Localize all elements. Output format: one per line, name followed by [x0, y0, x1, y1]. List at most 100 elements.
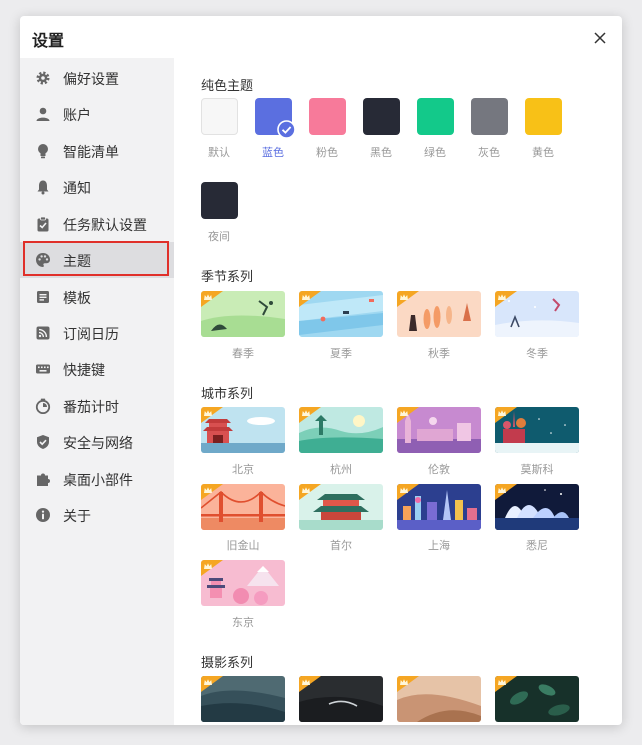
theme-label: 北京 [232, 463, 254, 476]
section-title-seasons: 季节系列 [201, 270, 254, 285]
rss-icon [36, 326, 50, 340]
sidebar-item-preferences[interactable]: 偏好设置 [20, 60, 174, 96]
crown-icon [495, 484, 517, 500]
swatch-label: 粉色 [316, 146, 338, 159]
theme-label: 伦敦 [428, 463, 450, 476]
crown-icon [397, 484, 419, 500]
theme-thumb-spring[interactable] [201, 291, 285, 337]
theme-thumb-photo-1[interactable] [201, 676, 285, 722]
sidebar-item-label: 订阅日历 [63, 327, 119, 343]
swatch-label: 蓝色 [262, 146, 284, 159]
bell-icon [37, 180, 49, 195]
user-icon [36, 107, 50, 121]
sidebar-item-desktop-widgets[interactable]: 桌面小部件 [20, 461, 174, 497]
swatch-night[interactable] [201, 182, 238, 219]
theme-thumb-photo-4[interactable] [495, 676, 579, 722]
sidebar-item-task-defaults[interactable]: 任务默认设置 [20, 206, 174, 242]
theme-thumb-beijing[interactable] [201, 407, 285, 453]
info-icon [36, 508, 50, 522]
theme-label: 东京 [232, 616, 254, 629]
crown-icon [299, 676, 321, 692]
lightbulb-icon [38, 144, 48, 159]
crown-icon [201, 407, 223, 423]
sidebar-item-account[interactable]: 账户 [20, 96, 174, 132]
swatch-gray[interactable] [471, 98, 508, 135]
sidebar-item-subscribe-calendar[interactable]: 订阅日历 [20, 315, 174, 351]
sidebar-item-shortcuts[interactable]: 快捷键 [20, 351, 174, 387]
theme-thumb-london[interactable] [397, 407, 481, 453]
section-title-solid: 纯色主题 [201, 79, 254, 94]
swatch-label: 默认 [208, 146, 230, 159]
sidebar-item-about[interactable]: 关于 [20, 497, 174, 533]
swatch-label: 黄色 [532, 146, 554, 159]
sidebar-item-label: 模板 [63, 291, 91, 307]
sidebar-item-security-network[interactable]: 安全与网络 [20, 424, 174, 460]
theme-label: 首尔 [330, 539, 352, 552]
crown-icon [397, 676, 419, 692]
shield-icon [37, 435, 49, 449]
section-title-photos: 摄影系列 [201, 656, 254, 671]
crown-icon [299, 484, 321, 500]
selected-check-icon [277, 120, 296, 139]
swatch-black[interactable] [363, 98, 400, 135]
sidebar-item-smart-lists[interactable]: 智能清单 [20, 133, 174, 169]
swatch-label: 绿色 [424, 146, 446, 159]
swatch-blue[interactable] [255, 98, 296, 139]
theme-thumb-san-francisco[interactable] [201, 484, 285, 530]
sidebar-item-label: 偏好设置 [63, 72, 119, 88]
sidebar-item-label: 安全与网络 [63, 436, 133, 452]
theme-thumb-sydney[interactable] [495, 484, 579, 530]
theme-thumb-autumn[interactable] [397, 291, 481, 337]
settings-sidebar: 偏好设置 账户 智能清单 通知 任务默认设置 主题 模板 订阅日历 快捷键 番茄… [20, 58, 174, 725]
dialog-titlebar: 设置 [20, 16, 622, 58]
swatch-default[interactable] [201, 98, 238, 135]
theme-thumb-shanghai[interactable] [397, 484, 481, 530]
swatch-label: 灰色 [478, 146, 500, 159]
crown-icon [397, 407, 419, 423]
sidebar-item-label: 桌面小部件 [63, 473, 133, 489]
crown-icon [495, 407, 517, 423]
close-button[interactable] [590, 28, 610, 48]
theme-thumb-hangzhou[interactable] [299, 407, 383, 453]
dialog-title: 设置 [32, 31, 65, 50]
swatch-yellow[interactable] [525, 98, 562, 135]
swatch-green[interactable] [417, 98, 454, 135]
sidebar-item-label: 番茄计时 [63, 400, 119, 416]
theme-label: 冬季 [526, 347, 548, 360]
crown-icon [201, 560, 223, 576]
clipboard-icon [37, 216, 49, 232]
crown-icon [397, 291, 419, 307]
close-icon [594, 32, 606, 44]
theme-label: 旧金山 [226, 539, 260, 552]
sidebar-item-label: 关于 [63, 509, 91, 525]
keyboard-icon [36, 364, 50, 374]
template-icon [37, 291, 49, 303]
theme-label: 莫斯科 [520, 463, 554, 476]
sidebar-item-label: 账户 [63, 108, 91, 124]
sidebar-item-templates[interactable]: 模板 [20, 279, 174, 315]
theme-thumb-photo-3[interactable] [397, 676, 481, 722]
sidebar-item-label: 通知 [63, 181, 91, 197]
crown-icon [201, 676, 223, 692]
crown-icon [201, 291, 223, 307]
theme-label: 上海 [428, 539, 450, 552]
crown-icon [495, 291, 517, 307]
sidebar-item-notifications[interactable]: 通知 [20, 169, 174, 205]
highlight-box [23, 241, 169, 276]
theme-thumb-tokyo[interactable] [201, 560, 285, 606]
crown-icon [299, 291, 321, 307]
theme-panel: 纯色主题 默认 蓝色 粉色 黑色 绿色 灰色 黄色 夜间 季节系列 春季 夏季 … [174, 58, 622, 725]
theme-label: 夏季 [330, 347, 352, 360]
theme-thumb-winter[interactable] [495, 291, 579, 337]
sidebar-item-label: 快捷键 [63, 363, 105, 379]
sidebar-item-pomodoro[interactable]: 番茄计时 [20, 388, 174, 424]
puzzle-icon [37, 473, 50, 486]
theme-thumb-photo-2[interactable] [299, 676, 383, 722]
theme-thumb-summer[interactable] [299, 291, 383, 337]
theme-thumb-seoul[interactable] [299, 484, 383, 530]
swatch-pink[interactable] [309, 98, 346, 135]
crown-icon [201, 484, 223, 500]
section-title-cities: 城市系列 [201, 387, 254, 402]
theme-thumb-moscow[interactable] [495, 407, 579, 453]
theme-label: 悉尼 [526, 539, 548, 552]
